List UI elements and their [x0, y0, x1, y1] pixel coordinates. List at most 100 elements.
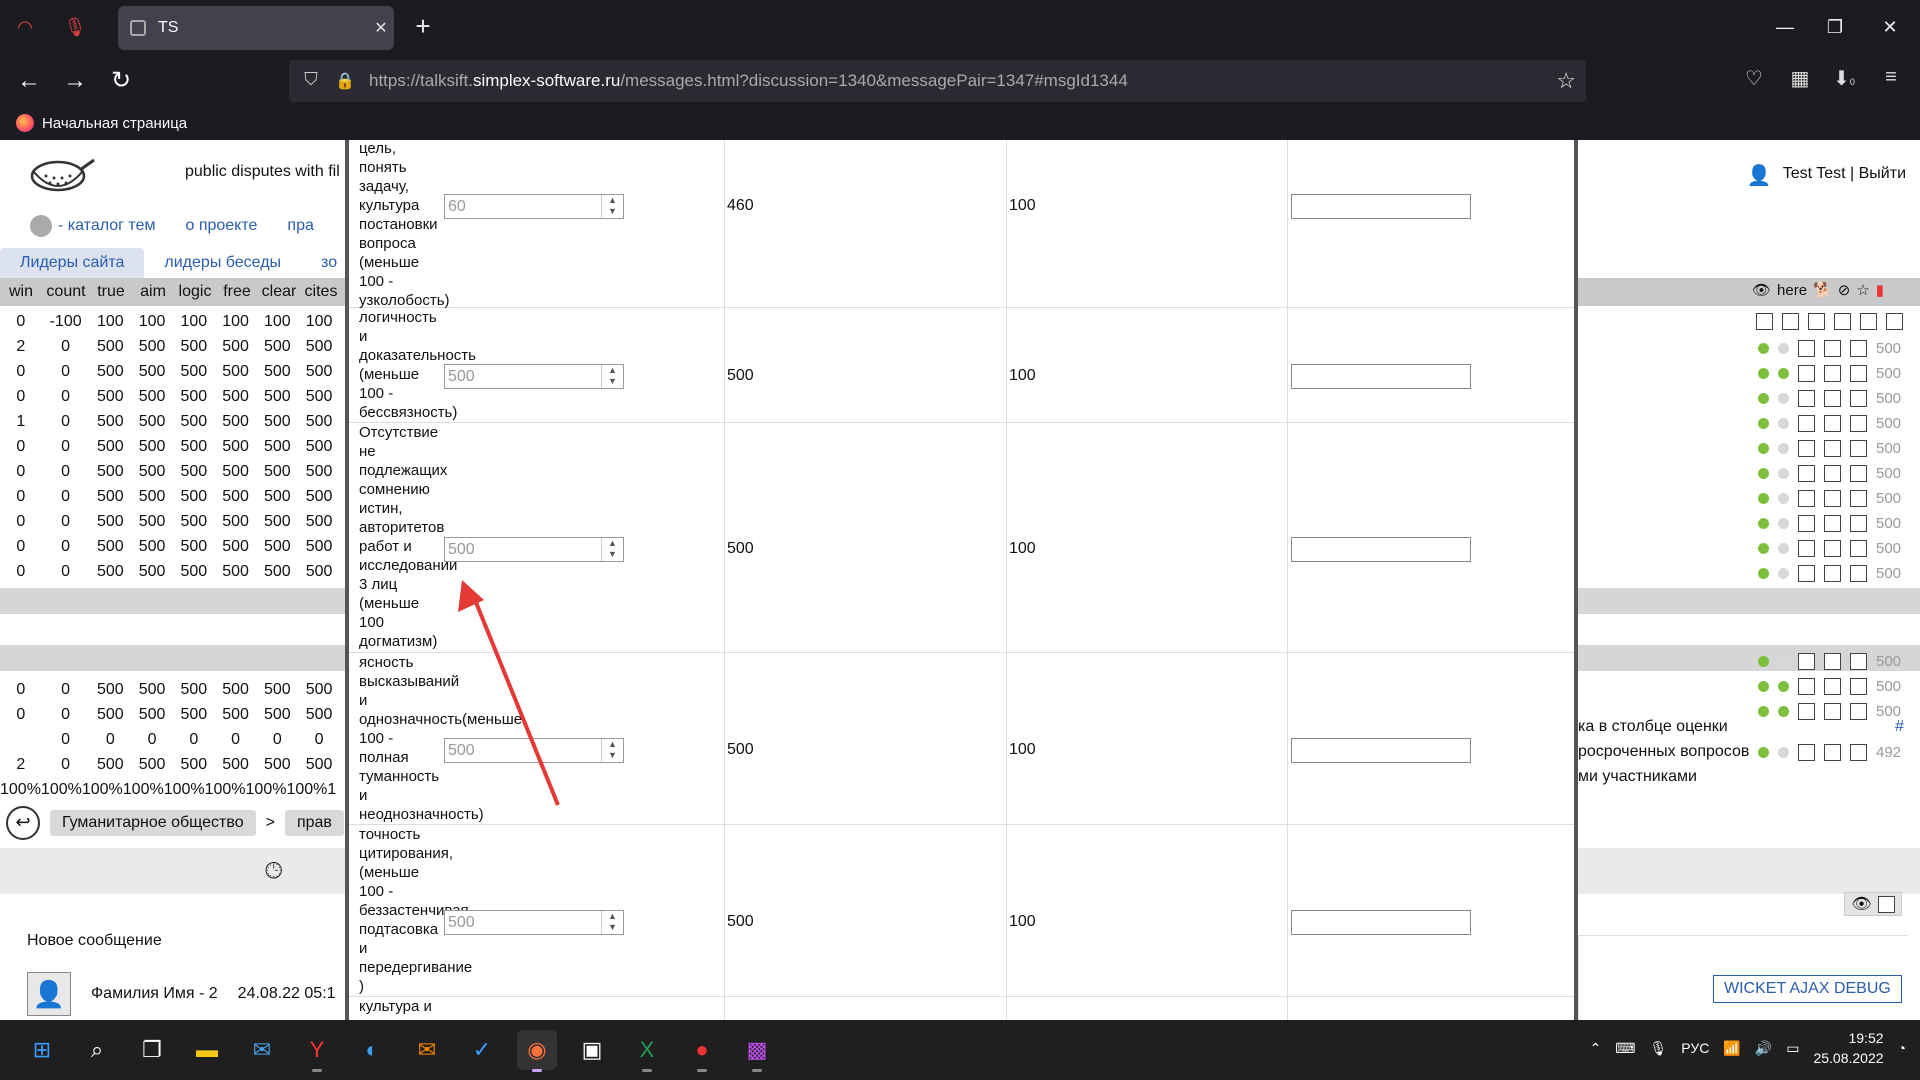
nav-catalog[interactable]: - каталог тем: [30, 215, 155, 237]
extension-icon[interactable]: ▦: [1785, 66, 1815, 96]
back-icon[interactable]: ←: [12, 64, 46, 98]
shield-icon[interactable]: ⛉: [299, 69, 323, 93]
volume-icon[interactable]: 🔊: [1755, 1040, 1772, 1057]
stats-col-aim[interactable]: aim: [132, 283, 174, 301]
language-indicator[interactable]: РУС: [1681, 1040, 1709, 1056]
star-icon[interactable]: ☆: [1856, 281, 1869, 299]
stats-col-free[interactable]: free: [216, 283, 258, 301]
keyboard-icon[interactable]: ⌨: [1615, 1040, 1635, 1057]
stats-col-count[interactable]: count: [42, 283, 90, 301]
checkbox[interactable]: [1850, 415, 1867, 432]
new-tab-button[interactable]: +: [408, 12, 438, 42]
new-message-label[interactable]: Новое сообщение: [27, 932, 162, 950]
wicket-debug-button[interactable]: WICKET AJAX DEBUG: [1713, 975, 1902, 1003]
checkbox[interactable]: [1850, 540, 1867, 557]
comment-input[interactable]: [1291, 194, 1471, 219]
checkbox[interactable]: [1798, 565, 1815, 582]
bookmark-star-icon[interactable]: ☆: [1556, 68, 1576, 94]
stats-col-cites[interactable]: cites: [300, 283, 342, 301]
checkbox[interactable]: [1824, 515, 1841, 532]
stats-col-win[interactable]: win: [0, 283, 42, 301]
eye-icon[interactable]: 👁: [1752, 281, 1771, 299]
checkbox[interactable]: [1798, 653, 1815, 670]
breadcrumb-item[interactable]: Гуманитарное общество: [50, 810, 256, 836]
checkbox[interactable]: [1824, 465, 1841, 482]
spinner-arrows-icon[interactable]: ▲ ▼: [601, 365, 623, 388]
comment-input[interactable]: [1291, 910, 1471, 935]
battery-icon[interactable]: ▭: [1786, 1040, 1799, 1057]
todo-icon[interactable]: ✓: [462, 1030, 502, 1070]
checkbox[interactable]: [1824, 744, 1841, 761]
checkbox[interactable]: [1850, 565, 1867, 582]
checkbox[interactable]: [1824, 340, 1841, 357]
eye-toggle[interactable]: 👁: [1844, 892, 1902, 916]
checkbox[interactable]: [1798, 744, 1815, 761]
score-spinner[interactable]: 500 ▲ ▼: [444, 364, 624, 389]
score-spinner[interactable]: 60 ▲ ▼: [444, 194, 624, 219]
firefox-view-icon[interactable]: ◠: [12, 14, 38, 40]
recorder-icon[interactable]: ●: [682, 1030, 722, 1072]
checkbox[interactable]: [1798, 515, 1815, 532]
taskbar-clock[interactable]: 19:52 25.08.2022: [1813, 1028, 1883, 1068]
lock-icon[interactable]: 🔒: [335, 71, 355, 91]
clock-icon[interactable]: 🕒︎: [265, 858, 282, 884]
checkbox[interactable]: [1850, 678, 1867, 695]
checkbox[interactable]: [1798, 703, 1815, 720]
checkbox[interactable]: [1850, 744, 1867, 761]
checkbox[interactable]: [1850, 440, 1867, 457]
checkbox[interactable]: [1860, 313, 1877, 330]
score-value[interactable]: 500: [448, 541, 475, 558]
checkbox[interactable]: [1850, 465, 1867, 482]
stats-col-logic[interactable]: logic: [174, 283, 216, 301]
restore-icon[interactable]: ❐: [1818, 10, 1852, 44]
stats-col-clear[interactable]: clear: [258, 283, 300, 301]
terminal-icon[interactable]: ▣: [572, 1030, 612, 1070]
tab-discussion-leaders[interactable]: лидеры беседы: [144, 248, 301, 278]
checkbox[interactable]: [1798, 365, 1815, 382]
firefox-taskbar-icon[interactable]: ◉: [517, 1030, 557, 1072]
menu-icon[interactable]: ≡: [1876, 66, 1906, 96]
score-spinner[interactable]: 500 ▲ ▼: [444, 910, 624, 935]
url-bar[interactable]: ⛉ 🔒 https://talksift.simplex-software.ru…: [289, 60, 1586, 102]
forward-icon[interactable]: →: [58, 64, 92, 98]
checkbox[interactable]: [1850, 340, 1867, 357]
file-explorer-icon[interactable]: ▬: [187, 1030, 227, 1070]
excel-icon[interactable]: X: [627, 1030, 667, 1072]
nav-about[interactable]: о проекте: [185, 217, 257, 235]
task-view-icon[interactable]: ❐: [132, 1030, 172, 1070]
checkbox[interactable]: [1824, 653, 1841, 670]
user-menu[interactable]: 👤 Test Test | Выйти: [1747, 163, 1906, 187]
minimize-icon[interactable]: —: [1768, 10, 1802, 44]
microphone-icon[interactable]: 🎙: [62, 14, 88, 40]
spinner-arrows-icon[interactable]: ▲ ▼: [601, 538, 623, 561]
bookmark-home[interactable]: Начальная страница: [42, 115, 187, 132]
spinner-arrows-icon[interactable]: ▲ ▼: [601, 195, 623, 218]
url-text[interactable]: https://talksift.simplex-software.ru/mes…: [369, 71, 1128, 91]
score-spinner[interactable]: 500 ▲ ▼: [444, 537, 624, 562]
dog-icon[interactable]: 🐕: [1813, 281, 1832, 299]
notification-icon[interactable]: ◔: [1898, 1040, 1906, 1056]
checkbox[interactable]: [1850, 490, 1867, 507]
checkbox[interactable]: [1798, 440, 1815, 457]
checkbox[interactable]: [1798, 540, 1815, 557]
tab-site-leaders[interactable]: Лидеры сайта: [0, 248, 145, 278]
yandex-mail-icon[interactable]: ✉: [407, 1030, 447, 1070]
breadcrumb-item[interactable]: прав: [284, 810, 344, 836]
hash-link[interactable]: #: [1895, 718, 1904, 736]
comment-input[interactable]: [1291, 364, 1471, 389]
checkbox[interactable]: [1850, 653, 1867, 670]
microphone-icon[interactable]: 🎙: [1650, 1040, 1668, 1057]
checkbox[interactable]: [1798, 490, 1815, 507]
score-value[interactable]: 500: [448, 914, 475, 931]
search-icon[interactable]: ⌕: [77, 1030, 117, 1070]
comment-input[interactable]: [1291, 537, 1471, 562]
score-value[interactable]: 500: [448, 742, 475, 759]
checkbox[interactable]: [1824, 365, 1841, 382]
user-label[interactable]: Test Test | Выйти: [1783, 165, 1906, 183]
checkbox[interactable]: [1824, 440, 1841, 457]
checkbox[interactable]: [1824, 540, 1841, 557]
checkbox[interactable]: [1798, 390, 1815, 407]
spinner-arrows-icon[interactable]: ▲ ▼: [601, 911, 623, 934]
reload-icon[interactable]: ↻: [104, 64, 138, 98]
message-author[interactable]: Фамилия Имя - 2: [91, 985, 218, 1003]
